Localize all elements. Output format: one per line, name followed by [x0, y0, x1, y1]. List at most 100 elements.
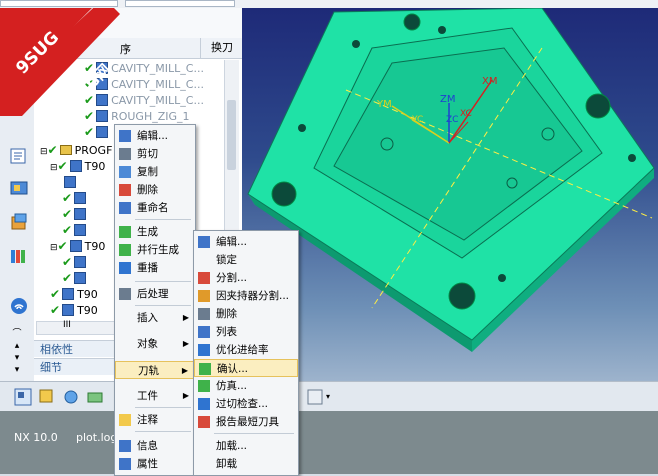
context-menu-item[interactable]: 信息 [115, 437, 195, 455]
program-order-view-icon[interactable] [38, 388, 56, 406]
mold-plate-model[interactable]: XM YM ZM XC YC ZC [242, 8, 658, 381]
toolpath-menu-item[interactable]: 删除 [194, 305, 298, 323]
corner-hole [448, 282, 476, 310]
tree-row[interactable]: ✔ [62, 254, 89, 270]
bolt-hole [628, 154, 636, 162]
toolpath-menu-item[interactable]: 锁定 [194, 251, 298, 269]
context-menu: 编辑... 剪切 复制 删除 重命名生成 并行生成 重播后处理插入 ▶ 对象 ▶ 刀轨 ▶ 工件 ▶ 注释信… [114, 124, 196, 476]
operation-navigator-tab-icon[interactable] [9, 146, 29, 166]
resource-bar-scroll-arrows[interactable]: ⌒ ▴ ▾ ▾ [11, 328, 23, 376]
tree-row[interactable]: ✔ [62, 190, 89, 206]
tree-row[interactable]: ✔ T90 [50, 286, 98, 302]
toolpath-menu-item[interactable]: 因夹持器分割... [194, 287, 298, 305]
submenu-arrow-icon: ▶ [182, 391, 189, 400]
tree-row-label: CAVITY_MILL_C... [111, 62, 204, 75]
gouge-check-icon [198, 398, 210, 410]
operation-icon [96, 126, 109, 138]
toolpath-menu-item[interactable]: 分割... [194, 269, 298, 287]
tree-row[interactable]: ⊟✔ T90 [50, 238, 105, 254]
toolpath-menu-item[interactable]: 加载... [194, 437, 298, 455]
machine-tool-navigator-icon[interactable] [9, 178, 29, 198]
taskbar-file[interactable]: plot.log [76, 431, 117, 444]
tree-row[interactable] [62, 174, 79, 190]
context-menu-item[interactable]: 并行生成 [115, 241, 195, 259]
bolt-hole [298, 124, 306, 132]
graphics-viewport[interactable]: XM YM ZM XC YC ZC [242, 8, 658, 381]
menu-separator [135, 407, 191, 408]
status-check-icon: ✔ [50, 303, 61, 317]
rename-icon [119, 202, 131, 214]
context-menu-item[interactable]: 对象 ▶ [115, 335, 195, 353]
toolpath-menu-item[interactable]: 仿真... [194, 377, 298, 395]
taskbar-app[interactable]: NX 10.0 [14, 431, 58, 444]
toolpath-menu-item[interactable]: 确认... [194, 359, 298, 377]
context-menu-item[interactable]: 插入 ▶ [115, 309, 195, 327]
context-menu-item[interactable]: 刀轨 ▶ [115, 361, 195, 379]
tree-row-label: CAVITY_MILL_C... [111, 94, 204, 107]
context-menu-item[interactable]: 重命名 [115, 199, 195, 217]
toolpath-menu-item[interactable]: 优化进给率 [194, 341, 298, 359]
bolt-hole [352, 40, 360, 48]
tree-row[interactable]: ✔ [62, 222, 89, 238]
menu-separator [214, 433, 294, 434]
tree-row[interactable]: ✔ [84, 124, 111, 140]
toolpath-menu-item[interactable]: 报告最短刀具 [194, 413, 298, 431]
status-check-icon: ✔ [57, 159, 68, 173]
expand-toggle-icon[interactable]: ⊟ [50, 243, 58, 253]
submenu-arrow-icon: ▶ [181, 366, 188, 375]
toolpath-menu-item[interactable]: 编辑... [194, 233, 298, 251]
column-name-header[interactable]: 序 [120, 41, 131, 57]
context-menu-item[interactable]: 工件 ▶ [115, 387, 195, 405]
group-view-icon[interactable] [14, 388, 32, 406]
status-check-icon: ✔ [84, 125, 95, 139]
tree-row-label: PROGF [74, 144, 113, 157]
expand-toggle-icon[interactable]: ⊟ [50, 163, 58, 173]
context-menu-item[interactable]: 注释 [115, 411, 195, 429]
toolpath-menu-item[interactable]: 卸载 [194, 455, 298, 473]
tree-row-label: T90 [84, 160, 106, 173]
simulate-icon [198, 380, 210, 392]
toolpath-menu-item[interactable]: 列表 [194, 323, 298, 341]
command-search-input[interactable] [0, 0, 118, 7]
context-menu-item[interactable]: 后处理 [115, 285, 195, 303]
selection-filter-dropdown[interactable] [125, 0, 235, 7]
corner-hole [271, 181, 297, 207]
tree-row[interactable]: ✔ [62, 206, 89, 222]
machine-view-icon[interactable] [62, 388, 80, 406]
reuse-library-icon[interactable] [9, 246, 29, 266]
annotation-icon [119, 414, 131, 426]
tree-row[interactable]: ✔ [62, 270, 89, 286]
tree-row[interactable]: ⊟✔ T90 [50, 158, 105, 174]
toolpath-menu-item[interactable]: 过切检查... [194, 395, 298, 413]
geometry-view-icon[interactable] [86, 388, 104, 406]
menu-separator [135, 305, 191, 306]
context-menu-item[interactable]: 属性 [115, 455, 195, 473]
tree-row-label: T90 [77, 304, 98, 317]
tree-row-label: CAVITY_MILL_C... [111, 78, 204, 91]
tree-row-label: ROUGH_ZIG_1 [111, 110, 190, 123]
expand-toggle-icon[interactable]: ⊟ [40, 147, 48, 157]
operation-icon [74, 224, 87, 236]
toolbar-dropdown-icon[interactable]: ▾ [326, 388, 344, 406]
operation-icon [64, 176, 76, 188]
tree-row[interactable]: ⊟✔ PROGF [40, 142, 112, 158]
column-tool-change-header[interactable]: 换刀 [200, 38, 243, 58]
context-menu-item[interactable]: 编辑... [115, 127, 195, 145]
context-menu-item[interactable]: 重播 [115, 259, 195, 277]
verify-icon [199, 363, 211, 375]
tree-row[interactable]: ✔ T90 [50, 302, 98, 318]
part-navigator-icon[interactable] [9, 212, 29, 232]
site-watermark-logo: 9SUG 学UG就上UG网 [0, 0, 120, 150]
info-icon [119, 440, 131, 452]
toolbar-extra-icon[interactable] [306, 388, 324, 406]
context-menu-item[interactable]: 剪切 [115, 145, 195, 163]
context-menu-item[interactable]: 生成 [115, 223, 195, 241]
bolt-hole [438, 26, 446, 34]
context-menu-item[interactable]: 复制 [115, 163, 195, 181]
corner-hole [403, 13, 421, 31]
operation-icon [62, 304, 75, 316]
bottom-toolbar: ▾ [0, 381, 658, 412]
system-scene-icon[interactable] [9, 296, 29, 316]
status-check-icon: ✔ [62, 191, 73, 205]
context-menu-item[interactable]: 删除 [115, 181, 195, 199]
